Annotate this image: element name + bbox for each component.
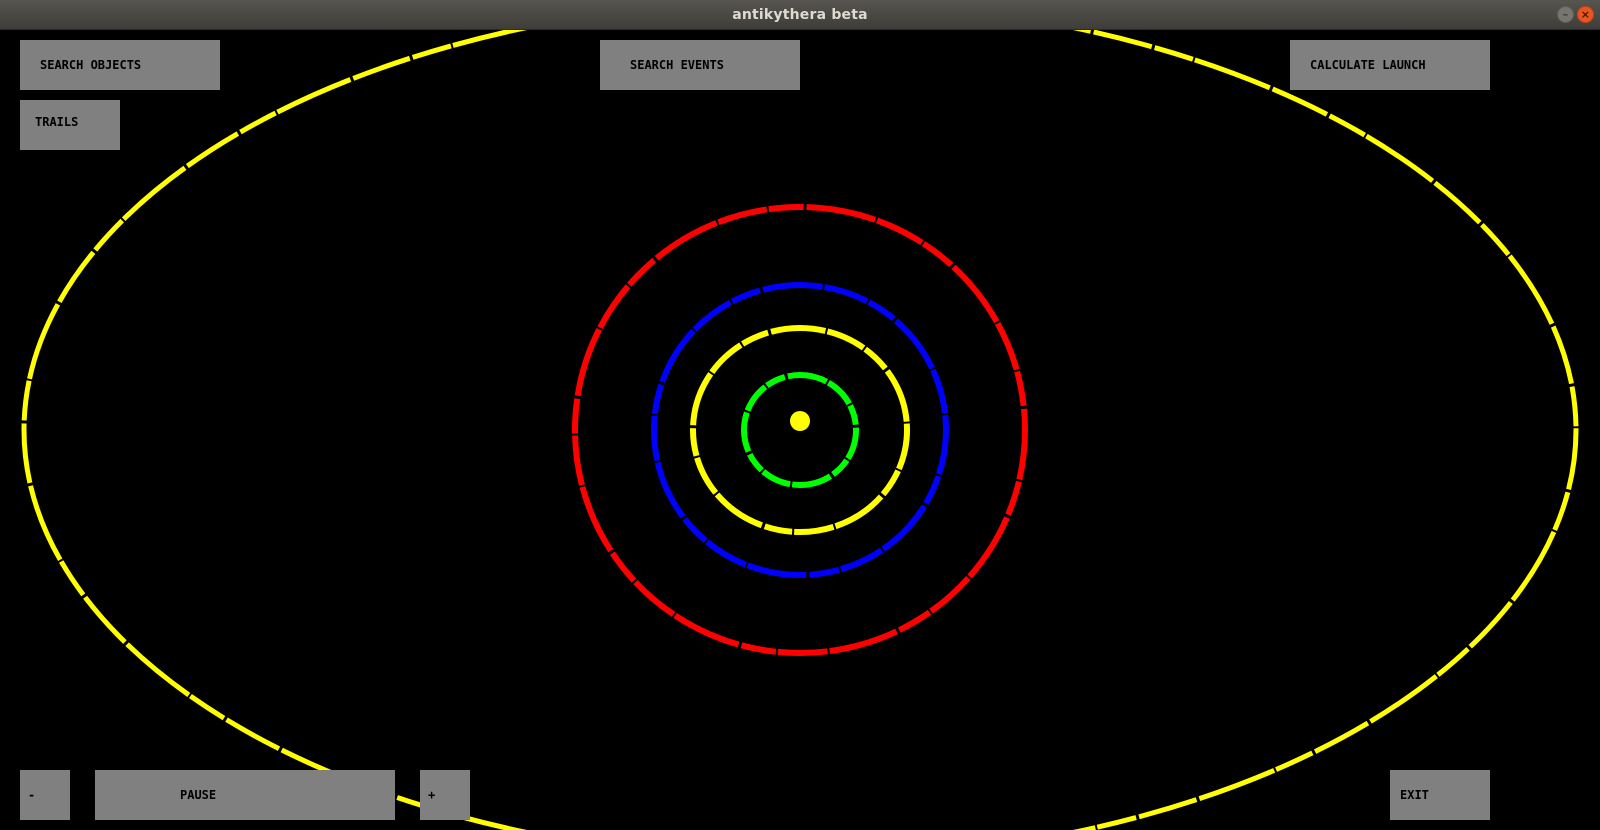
search-objects-label: SEARCH OBJECTS xyxy=(40,58,142,72)
calculate-launch-button[interactable]: CALCULATE LAUNCH xyxy=(1290,40,1490,90)
window-controls: – × xyxy=(1557,6,1594,23)
trails-button[interactable]: TRAILS xyxy=(20,100,120,150)
trails-label: TRAILS xyxy=(35,115,79,129)
calculate-launch-label: CALCULATE LAUNCH xyxy=(1310,58,1426,72)
exit-label: EXIT xyxy=(1400,788,1429,802)
search-events-button[interactable]: SEARCH EVENTS xyxy=(600,40,800,90)
search-events-label: SEARCH EVENTS xyxy=(630,58,724,72)
zoom-in-label: + xyxy=(428,788,436,802)
zoom-in-button[interactable]: + xyxy=(420,770,470,820)
zoom-out-label: - xyxy=(28,788,36,802)
window-title: antikythera beta xyxy=(732,6,868,23)
search-objects-button[interactable]: SEARCH OBJECTS xyxy=(20,40,220,90)
app-window: antikythera beta – × SEARCH OBJECTS SEAR… xyxy=(0,0,1600,830)
orbit-view xyxy=(21,30,1579,830)
exit-button[interactable]: EXIT xyxy=(1390,770,1490,820)
sun[interactable] xyxy=(790,411,810,431)
pause-button[interactable]: PAUSE xyxy=(95,770,395,820)
minimize-icon[interactable]: – xyxy=(1557,6,1574,23)
zoom-out-button[interactable]: - xyxy=(20,770,70,820)
title-bar: antikythera beta – × xyxy=(0,0,1600,30)
pause-label: PAUSE xyxy=(180,788,217,802)
solar-system-canvas[interactable] xyxy=(0,30,1600,830)
close-icon[interactable]: × xyxy=(1577,6,1594,23)
